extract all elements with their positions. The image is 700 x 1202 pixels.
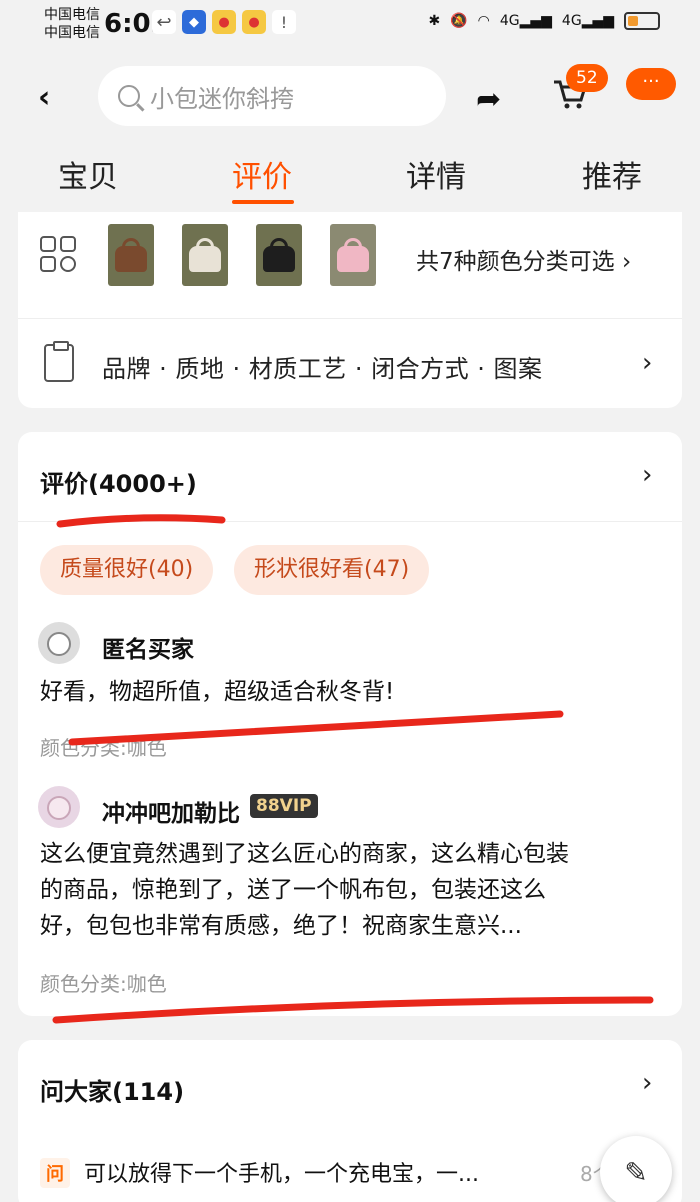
share-icon[interactable]: ➦ <box>476 82 501 117</box>
weibo-icon: ● <box>212 10 236 34</box>
search-input[interactable]: 小包迷你斜挎 <box>98 66 446 126</box>
tab-details[interactable]: 详情 <box>406 152 466 196</box>
weibo-icon-2: ● <box>242 10 266 34</box>
chevron-right-icon[interactable]: › <box>642 348 652 378</box>
header: ‹ 小包迷你斜挎 ➦ 52 ··· 宝贝 评价 详情 推荐 <box>0 48 700 212</box>
questions-card: 问大家(114) › 问 可以放得下一个手机，一个充电宝，一... 8个 <box>18 1040 682 1202</box>
wifi-icon: ◠ <box>477 13 490 29</box>
review-text-line: 这么便宜竟然遇到了这么匠心的商家，这么精心包装 <box>40 841 569 867</box>
chevron-right-icon[interactable]: › <box>642 460 652 490</box>
questions-title[interactable]: 问大家(114) <box>40 1072 184 1107</box>
carrier-1: 中国电信 <box>44 7 100 23</box>
app-notification-icon: ◆ <box>182 10 206 34</box>
question-text[interactable]: 可以放得下一个手机，一个充电宝，一... <box>84 1156 479 1188</box>
edit-icon[interactable]: ✎ <box>600 1136 672 1202</box>
back-icon[interactable]: ‹ <box>38 80 50 115</box>
chevron-right-icon: › <box>621 249 632 275</box>
variant-thumb[interactable] <box>182 224 228 286</box>
bag-body <box>115 246 147 272</box>
carrier-info: 中国电信 中国电信 <box>44 6 100 42</box>
bag-body <box>263 246 295 272</box>
mute-icon: 🔕 <box>450 13 468 29</box>
notification-icons: ↩ ◆ ● ● ! <box>152 10 296 34</box>
vip-badge: 88VIP <box>250 794 318 818</box>
variant-summary[interactable]: 共7种颜色分类可选 › <box>416 242 631 276</box>
avatar-face <box>47 632 71 656</box>
review-tag[interactable]: 质量很好(40) <box>40 545 214 595</box>
review-variant: 颜色分类:咖色 <box>40 736 167 760</box>
signal-1-icon: 4G▂▄▆ <box>499 13 552 29</box>
bag-body <box>337 246 369 272</box>
reviewer-name: 匿名买家 <box>102 637 194 663</box>
missed-call-icon: ↩ <box>152 10 176 34</box>
clipboard-icon <box>44 341 74 382</box>
reviewer-name: 冲冲吧加勒比 <box>102 801 240 827</box>
cart-count-badge: 52 <box>566 64 608 92</box>
reviews-title[interactable]: 评价(4000+) <box>40 464 197 499</box>
avatar <box>38 622 80 664</box>
bag-body <box>189 246 221 272</box>
review-text[interactable]: 好看，物超所值，超级适合秋冬背! <box>40 674 660 710</box>
tab-bar: 宝贝 评价 详情 推荐 <box>0 152 700 206</box>
tab-reviews[interactable]: 评价 <box>232 152 292 196</box>
variant-thumb[interactable] <box>256 224 302 286</box>
more-button[interactable]: ··· <box>626 68 676 100</box>
search-icon <box>118 85 140 107</box>
active-tab-indicator <box>232 200 294 204</box>
search-placeholder: 小包迷你斜挎 <box>150 84 294 113</box>
review-text-line: 的商品，惊艳到了，送了一个帆布包，包装还这么 <box>40 877 546 903</box>
reviews-card: 评价(4000+) › 质量很好(40) 形状很好看(47) 匿名买家 好看，物… <box>18 432 682 1016</box>
carrier-2: 中国电信 <box>44 25 100 41</box>
variant-thumb[interactable] <box>330 224 376 286</box>
variant-thumbnails[interactable] <box>108 224 376 286</box>
avatar <box>38 786 80 828</box>
battery-icon <box>624 12 660 30</box>
alert-icon: ! <box>272 10 296 34</box>
review-tag[interactable]: 形状很好看(47) <box>234 545 430 595</box>
signal-2-icon: 4G▂▄▆ <box>561 13 614 29</box>
variant-thumb[interactable] <box>108 224 154 286</box>
review-text[interactable]: 这么便宜竟然遇到了这么匠心的商家，这么精心包装 的商品，惊艳到了，送了一个帆布包… <box>40 836 660 944</box>
review-text-line: 好，包包也非常有质感，绝了！祝商家生意兴... <box>40 913 522 939</box>
divider <box>18 521 682 522</box>
variant-card: 共7种颜色分类可选 › 品牌 · 质地 · 材质工艺 · 闭合方式 · 图案 › <box>18 212 682 408</box>
system-status: ✱ 🔕 ◠ 4G▂▄▆ 4G▂▄▆ <box>428 12 660 30</box>
tab-item[interactable]: 宝贝 <box>58 152 118 196</box>
grid-icon <box>40 236 78 274</box>
tab-recommend[interactable]: 推荐 <box>582 152 642 196</box>
attributes-row[interactable]: 品牌 · 质地 · 材质工艺 · 闭合方式 · 图案 <box>102 349 543 384</box>
question-badge: 问 <box>40 1158 70 1188</box>
avatar-face <box>47 796 71 820</box>
divider <box>18 318 682 319</box>
bluetooth-icon: ✱ <box>428 13 441 29</box>
chevron-right-icon[interactable]: › <box>642 1068 652 1098</box>
review-variant: 颜色分类:咖色 <box>40 972 167 996</box>
status-bar: 中国电信 中国电信 6:03 ↩ ◆ ● ● ! ✱ 🔕 ◠ 4G▂▄▆ 4G▂… <box>0 0 700 48</box>
